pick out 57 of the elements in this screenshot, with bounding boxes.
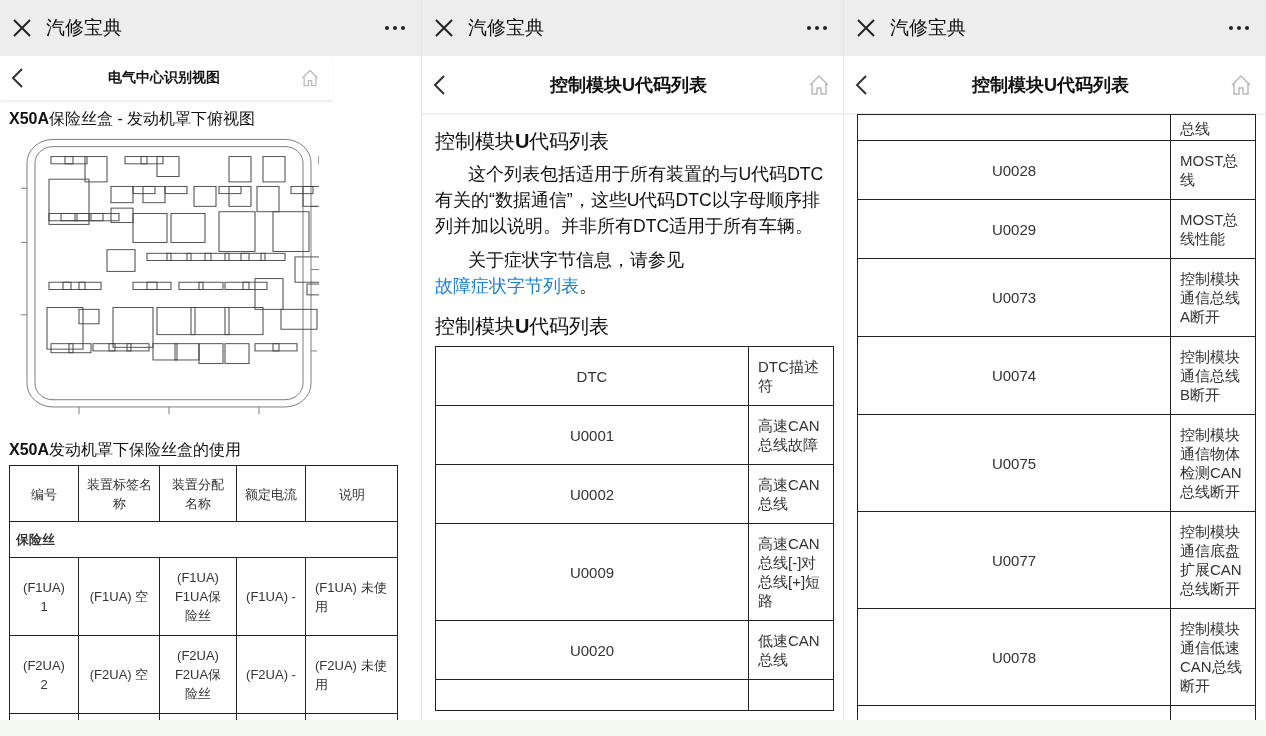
dtc-code-cell: U0077 — [857, 511, 1171, 609]
description-cell: 控制模块通信低速CAN总线断开 — [1170, 608, 1256, 706]
dtc-code-cell: U0020 — [435, 620, 749, 680]
close-icon[interactable] — [434, 18, 454, 38]
column-header: DTC — [435, 346, 749, 406]
page-title: 控制模块U代码列表 — [550, 73, 707, 97]
table-cell: (F2UA) 空 — [78, 635, 160, 714]
table-cell: (F1UA) 未使用 — [305, 557, 398, 636]
description-cell: MOST总线 — [1170, 140, 1256, 200]
column-header: 装置标签名称 — [78, 465, 160, 522]
dtc-code-cell: U0028 — [857, 140, 1171, 200]
page-title: 控制模块U代码列表 — [972, 73, 1129, 97]
column-header: 装置分配名称 — [159, 465, 237, 522]
column-header: 编号 — [9, 465, 79, 522]
table-title: 控制模块U代码列表 — [435, 314, 611, 339]
page-heading: 控制模块U代码列表 — [435, 129, 611, 154]
dtc-code-cell: U0074 — [857, 336, 1171, 415]
column-header: 额定电流 — [236, 465, 306, 522]
dtc-code-cell: U0078 — [857, 608, 1171, 706]
table-cell: (F1UA) 空 — [78, 557, 160, 636]
description-cell: 控制模块通信物体检测CAN总线断开 — [1170, 414, 1256, 512]
dtc-code-cell: U0029 — [857, 199, 1171, 259]
app-title: 汽修宝典 — [468, 16, 545, 40]
description-cell: MOST总线性能 — [1170, 199, 1256, 259]
description-cell: 总线 — [1170, 114, 1256, 141]
dtc-code-cell: U0073 — [857, 258, 1171, 337]
dtc-code-cell: U0002 — [435, 464, 749, 524]
table-cell: (F1UA) F1UA保险丝 — [159, 557, 237, 636]
table-cell: (F2UA) 2 — [9, 635, 79, 714]
table-cell: (F1UA) 1 — [9, 557, 79, 636]
dtc-code-cell: U0001 — [435, 405, 749, 465]
description-cell: 高速CAN总线故障 — [748, 405, 834, 465]
description-cell: 控制模块通信总线A断开 — [1170, 258, 1256, 337]
paragraph: 关于症状字节信息，请参见 故障症状字节列表。 — [435, 249, 686, 298]
app-title: 汽修宝典 — [890, 16, 967, 40]
table-cell: (F2UA) 未使用 — [305, 635, 398, 714]
description-cell: 高速CAN总线[-]对总线[+]短路 — [748, 523, 834, 621]
close-icon[interactable] — [12, 18, 32, 38]
column-header: 说明 — [305, 465, 398, 522]
page-title: 电气中心识别视图 — [108, 69, 220, 87]
description-cell: 控制模块通信总线B断开 — [1170, 336, 1256, 415]
section-heading: X50A保险丝盒 - 发动机罩下俯视图 — [9, 109, 257, 129]
paragraph: 这个列表包括适用于所有装置的与U代码DTC有关的“数据通信”，这些U代码DTC以字母顺序排列并加以说明。并非所有DTC适用于所有车辆。 — [435, 163, 825, 238]
close-icon[interactable] — [856, 18, 876, 38]
description-cell: 低速CAN总线 — [748, 620, 834, 680]
table-section-label: 保险丝 — [9, 521, 398, 558]
description-cell: 高速CAN总线 — [748, 464, 834, 524]
app-title: 汽修宝典 — [46, 16, 123, 40]
column-header: DTC描述符 — [748, 346, 834, 406]
symptom-link[interactable]: 故障症状字节列表 — [435, 276, 579, 296]
table-cell: (F2UA) F2UA保险丝 — [159, 635, 237, 714]
dtc-code-cell: U0075 — [857, 414, 1171, 512]
dtc-code-cell: U0009 — [435, 523, 749, 621]
table-cell: (F1UA) - — [236, 557, 306, 636]
section-heading: X50A发动机罩下保险丝盒的使用 — [9, 440, 243, 460]
description-cell: 控制模块通信底盘扩展CAN总线断开 — [1170, 511, 1256, 609]
table-cell: (F2UA) - — [236, 635, 306, 714]
